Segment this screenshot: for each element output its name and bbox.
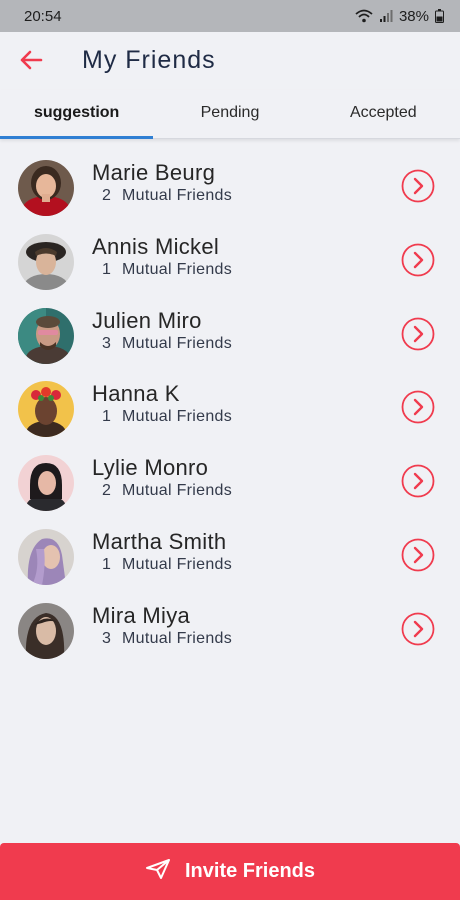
wifi-icon (355, 9, 373, 23)
mutual-count: 1 (102, 555, 112, 573)
mutual-label: Mutual Friends (122, 334, 233, 352)
open-profile-button[interactable] (401, 243, 435, 277)
list-item[interactable]: Julien Miro 3 Mutual Friends (0, 298, 460, 372)
list-item[interactable]: Mira Miya 3 Mutual Friends (0, 593, 460, 667)
tab-suggestion[interactable]: suggestion (0, 90, 154, 139)
friend-name: Martha Smith (92, 528, 227, 554)
mutual-friends: 1 Mutual Friends (102, 408, 232, 426)
chevron-right-circle-icon (401, 317, 435, 355)
friend-name: Julien Miro (92, 307, 202, 333)
mutual-count: 1 (102, 260, 112, 278)
list-item[interactable]: Lylie Monro 2 Mutual Friends (0, 445, 460, 519)
chevron-right-circle-icon (401, 538, 435, 576)
mutual-label: Mutual Friends (122, 187, 233, 204)
avatar (18, 307, 74, 364)
mutual-label: Mutual Friends (122, 408, 233, 426)
list-item[interactable]: Martha Smith 1 Mutual Friends (0, 519, 460, 593)
open-profile-button[interactable] (401, 169, 435, 203)
friend-name: Lylie Monro (92, 455, 209, 481)
open-profile-button[interactable] (401, 612, 435, 646)
friend-name: Annis Mickel (92, 233, 220, 259)
list-item[interactable]: Marie Beurg 2 Mutual Friends (0, 150, 460, 224)
mutual-friends: 3 Mutual Friends (102, 630, 232, 648)
open-profile-button[interactable] (401, 390, 435, 424)
mutual-count: 3 (102, 334, 112, 352)
avatar (18, 455, 74, 512)
signal-icon (379, 9, 393, 23)
avatar (18, 233, 74, 290)
mutual-label: Mutual Friends (122, 482, 233, 500)
app-header: My Friends (0, 32, 460, 90)
mutual-count: 2 (102, 482, 112, 500)
status-icons: 38% (355, 8, 444, 25)
mutual-friends: 2 Mutual Friends (102, 482, 232, 500)
mutual-friends: 2 Mutual Friends (102, 187, 232, 205)
friend-list: Marie Beurg 2 Mutual Friends Annis Micke… (0, 150, 460, 667)
list-item[interactable]: Hanna K 1 Mutual Friends (0, 371, 460, 445)
chevron-right-circle-icon (401, 612, 435, 650)
mutual-label: Mutual Friends (122, 629, 233, 647)
avatar (18, 602, 74, 659)
page-title: My Friends (82, 46, 216, 74)
battery-percent: 38% (398, 7, 429, 25)
chevron-right-circle-icon (401, 390, 435, 428)
friend-name: Mira Miya (92, 602, 191, 628)
mutual-friends: 1 Mutual Friends (102, 556, 232, 574)
mutual-count: 1 (102, 408, 112, 426)
mutual-count: 2 (102, 187, 112, 204)
avatar (18, 528, 74, 585)
status-bar: 20:54 38% (0, 0, 460, 32)
open-profile-button[interactable] (401, 464, 435, 498)
tab-bar: suggestion Pending Accepted (0, 90, 460, 139)
chevron-right-circle-icon (401, 243, 435, 281)
arrow-left-icon (19, 50, 43, 75)
tab-pending[interactable]: Pending (153, 90, 306, 138)
avatar (18, 381, 74, 438)
mutual-friends: 1 Mutual Friends (102, 261, 232, 279)
send-icon (145, 858, 171, 886)
avatar (18, 160, 74, 216)
tab-accepted[interactable]: Accepted (307, 90, 460, 138)
chevron-right-circle-icon (401, 464, 435, 502)
mutual-label: Mutual Friends (122, 260, 233, 278)
chevron-right-circle-icon (401, 169, 435, 207)
mutual-friends: 3 Mutual Friends (102, 335, 232, 353)
mutual-count: 3 (102, 629, 112, 647)
friend-name: Hanna K (92, 381, 180, 407)
status-time: 20:54 (24, 7, 62, 25)
back-button[interactable] (16, 48, 46, 76)
invite-friends-button[interactable]: Invite Friends (0, 843, 460, 900)
mutual-label: Mutual Friends (122, 555, 233, 573)
invite-friends-label: Invite Friends (184, 860, 316, 882)
list-item[interactable]: Annis Mickel 1 Mutual Friends (0, 224, 460, 298)
app-screen: 20:54 38% My Friends suggestion Pending … (0, 0, 460, 900)
friend-name: Marie Beurg (92, 160, 216, 185)
open-profile-button[interactable] (401, 538, 435, 572)
battery-icon (435, 9, 444, 23)
open-profile-button[interactable] (401, 317, 435, 351)
